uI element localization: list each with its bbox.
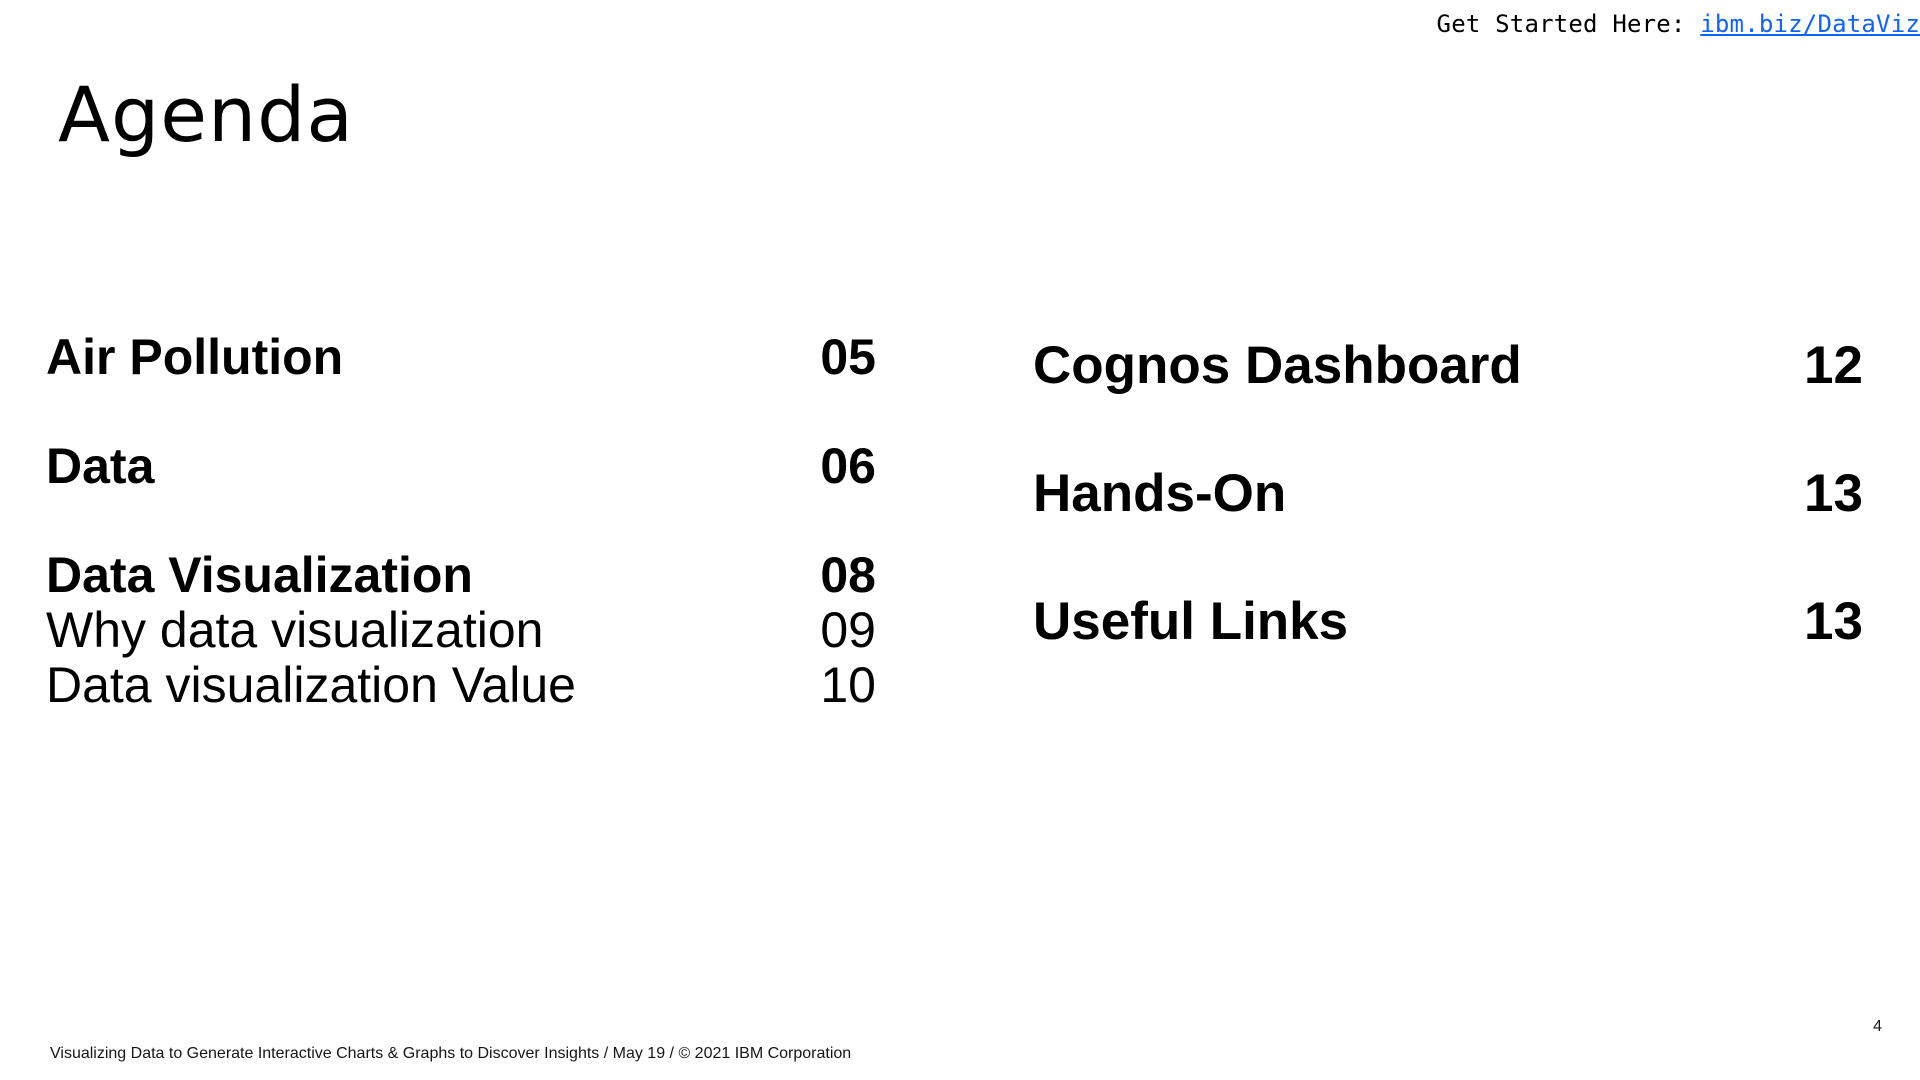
agenda-subitem-data-visualization-value: Data visualization Value 10 — [46, 658, 876, 713]
agenda-item-air-pollution: Air Pollution 05 — [46, 330, 876, 385]
agenda-item-page: 05 — [820, 329, 876, 385]
page-title: Agenda — [58, 70, 354, 159]
agenda-item-page: 13 — [1804, 592, 1863, 651]
get-started-banner: Get Started Here: ibm.biz/DataViz — [1437, 10, 1920, 38]
agenda-left-column: Air Pollution 05 Data 06 Data Visualizat… — [46, 330, 876, 713]
agenda-item-label: Cognos Dashboard — [1033, 336, 1522, 395]
agenda-item-page: 10 — [820, 657, 876, 713]
agenda-item-page: 06 — [820, 438, 876, 494]
agenda-item-data: Data 06 — [46, 439, 876, 494]
agenda-right-column: Cognos Dashboard 12 Hands-On 13 Useful L… — [1033, 337, 1863, 651]
agenda-item-label: Useful Links — [1033, 592, 1349, 651]
dataviz-link[interactable]: ibm.biz/DataViz — [1700, 10, 1920, 38]
footer-text: Visualizing Data to Generate Interactive… — [50, 1045, 852, 1062]
agenda-item-page: 13 — [1804, 464, 1863, 523]
agenda-item-useful-links: Useful Links 13 — [1033, 593, 1863, 651]
agenda-item-cognos-dashboard: Cognos Dashboard 12 — [1033, 337, 1863, 395]
agenda-item-page: 09 — [820, 602, 876, 658]
agenda-item-label: Data — [46, 438, 155, 494]
agenda-item-data-visualization: Data Visualization 08 — [46, 548, 876, 603]
agenda-item-page: 08 — [820, 547, 876, 603]
agenda-item-hands-on: Hands-On 13 — [1033, 465, 1863, 523]
agenda-item-label: Air Pollution — [46, 329, 344, 385]
slide-page-number: 4 — [1873, 1018, 1882, 1035]
agenda-item-page: 12 — [1804, 336, 1863, 395]
agenda-item-label: Data visualization Value — [46, 657, 576, 713]
agenda-item-label: Why data visualization — [46, 602, 544, 658]
agenda-item-label: Hands-On — [1033, 464, 1287, 523]
agenda-item-label: Data Visualization — [46, 547, 473, 603]
agenda-subitem-why-data-visualization: Why data visualization 09 — [46, 603, 876, 658]
get-started-label: Get Started Here: — [1436, 10, 1686, 38]
